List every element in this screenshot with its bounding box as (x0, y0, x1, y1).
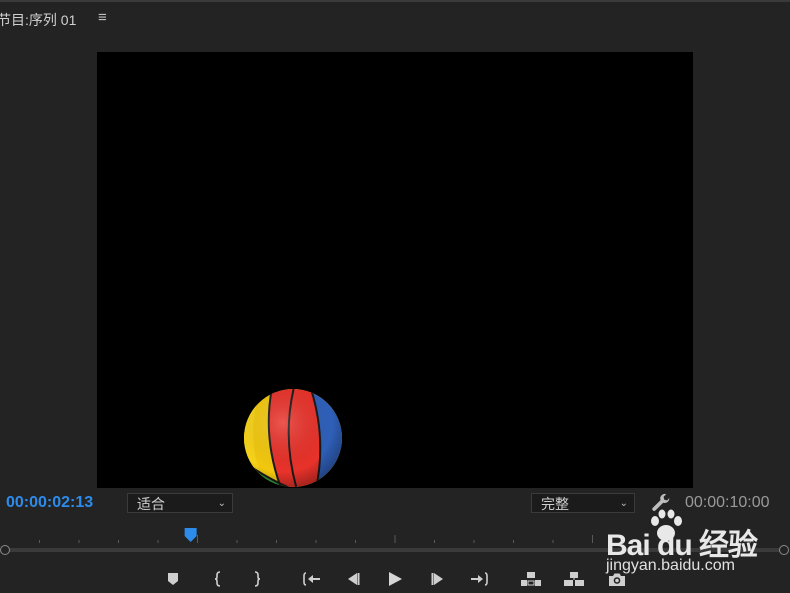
current-timecode[interactable]: 00:00:02:13 (6, 494, 93, 512)
scrollbar-handle-left[interactable] (0, 545, 10, 555)
mark-in-icon (214, 571, 221, 587)
mark-out-button[interactable] (244, 567, 270, 591)
playhead-marker[interactable] (184, 528, 197, 542)
play-icon (389, 572, 402, 586)
mark-out-icon (254, 571, 261, 587)
lift-button[interactable] (518, 567, 544, 591)
add-marker-button[interactable] (160, 567, 186, 591)
extract-icon (564, 572, 584, 586)
zoom-level-dropdown[interactable]: 适合 ⌄ (127, 493, 233, 513)
wrench-icon[interactable] (650, 492, 672, 514)
program-monitor-viewer[interactable] (97, 52, 693, 488)
hamburger-icon[interactable]: ≡ (98, 9, 107, 26)
mark-in-button[interactable] (205, 567, 231, 591)
camera-icon (609, 573, 625, 586)
chevron-down-icon: ⌄ (619, 498, 628, 509)
chevron-down-icon: ⌄ (217, 498, 226, 509)
go-to-in-icon (303, 572, 320, 586)
lift-icon (521, 572, 541, 586)
basketball-ball (244, 389, 342, 487)
panel-top-border (0, 0, 790, 2)
step-forward-button[interactable] (425, 567, 451, 591)
zoom-scrollbar[interactable] (0, 545, 790, 555)
step-back-icon (348, 573, 360, 585)
step-back-button[interactable] (340, 567, 366, 591)
extract-button[interactable] (561, 567, 587, 591)
go-to-out-icon (471, 572, 488, 586)
panel-title[interactable]: 节目:序列 01 (0, 10, 76, 30)
scrollbar-handle-right[interactable] (779, 545, 789, 555)
scrollbar-track[interactable] (6, 548, 782, 552)
go-to-in-button[interactable] (299, 567, 325, 591)
transport-controls (0, 567, 790, 593)
step-forward-icon (431, 573, 443, 585)
time-ruler[interactable] (0, 527, 790, 547)
go-to-out-button[interactable] (466, 567, 492, 591)
zoom-level-value: 适合 (137, 496, 165, 512)
playback-resolution-value: 完整 (541, 496, 569, 512)
marker-icon (168, 573, 178, 585)
export-frame-button[interactable] (604, 567, 630, 591)
play-button[interactable] (382, 567, 408, 591)
duration-timecode: 00:00:10:00 (685, 494, 770, 511)
playback-resolution-dropdown[interactable]: 完整 ⌄ (531, 493, 635, 513)
